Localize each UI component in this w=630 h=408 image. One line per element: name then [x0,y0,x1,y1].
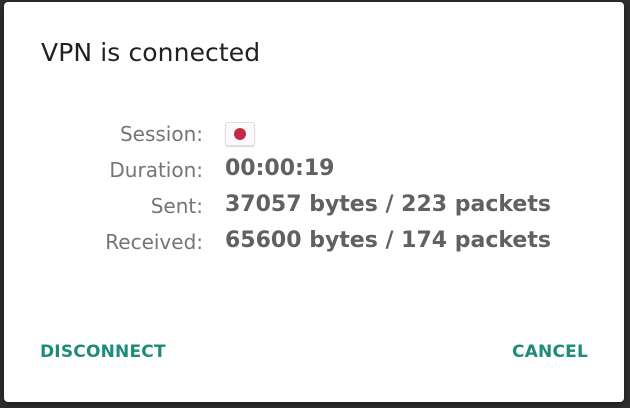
received-label: Received: [105,230,203,254]
disconnect-button[interactable]: DISCONNECT [40,342,166,362]
sent-row: Sent: 37057 bytes / 223 packets [4,190,624,226]
duration-row: Duration: 00:00:19 [4,154,624,190]
cancel-button[interactable]: CANCEL [512,342,588,362]
received-row: Received: 65600 bytes / 174 packets [4,226,624,262]
sent-label: Sent: [150,194,203,218]
dialog-actions: DISCONNECT CANCEL [4,342,624,372]
session-label: Session: [119,122,203,146]
duration-label: Duration: [109,158,203,182]
received-value: 65600 bytes / 174 packets [225,228,551,253]
session-row: Session: [4,118,624,154]
japan-flag-icon [225,122,255,146]
dialog-title: VPN is connected [41,38,261,67]
sent-value: 37057 bytes / 223 packets [225,192,551,217]
flag-circle [234,128,246,140]
vpn-status-dialog: VPN is connected Session: Duration: 00:0… [4,2,624,402]
duration-value: 00:00:19 [225,156,335,181]
